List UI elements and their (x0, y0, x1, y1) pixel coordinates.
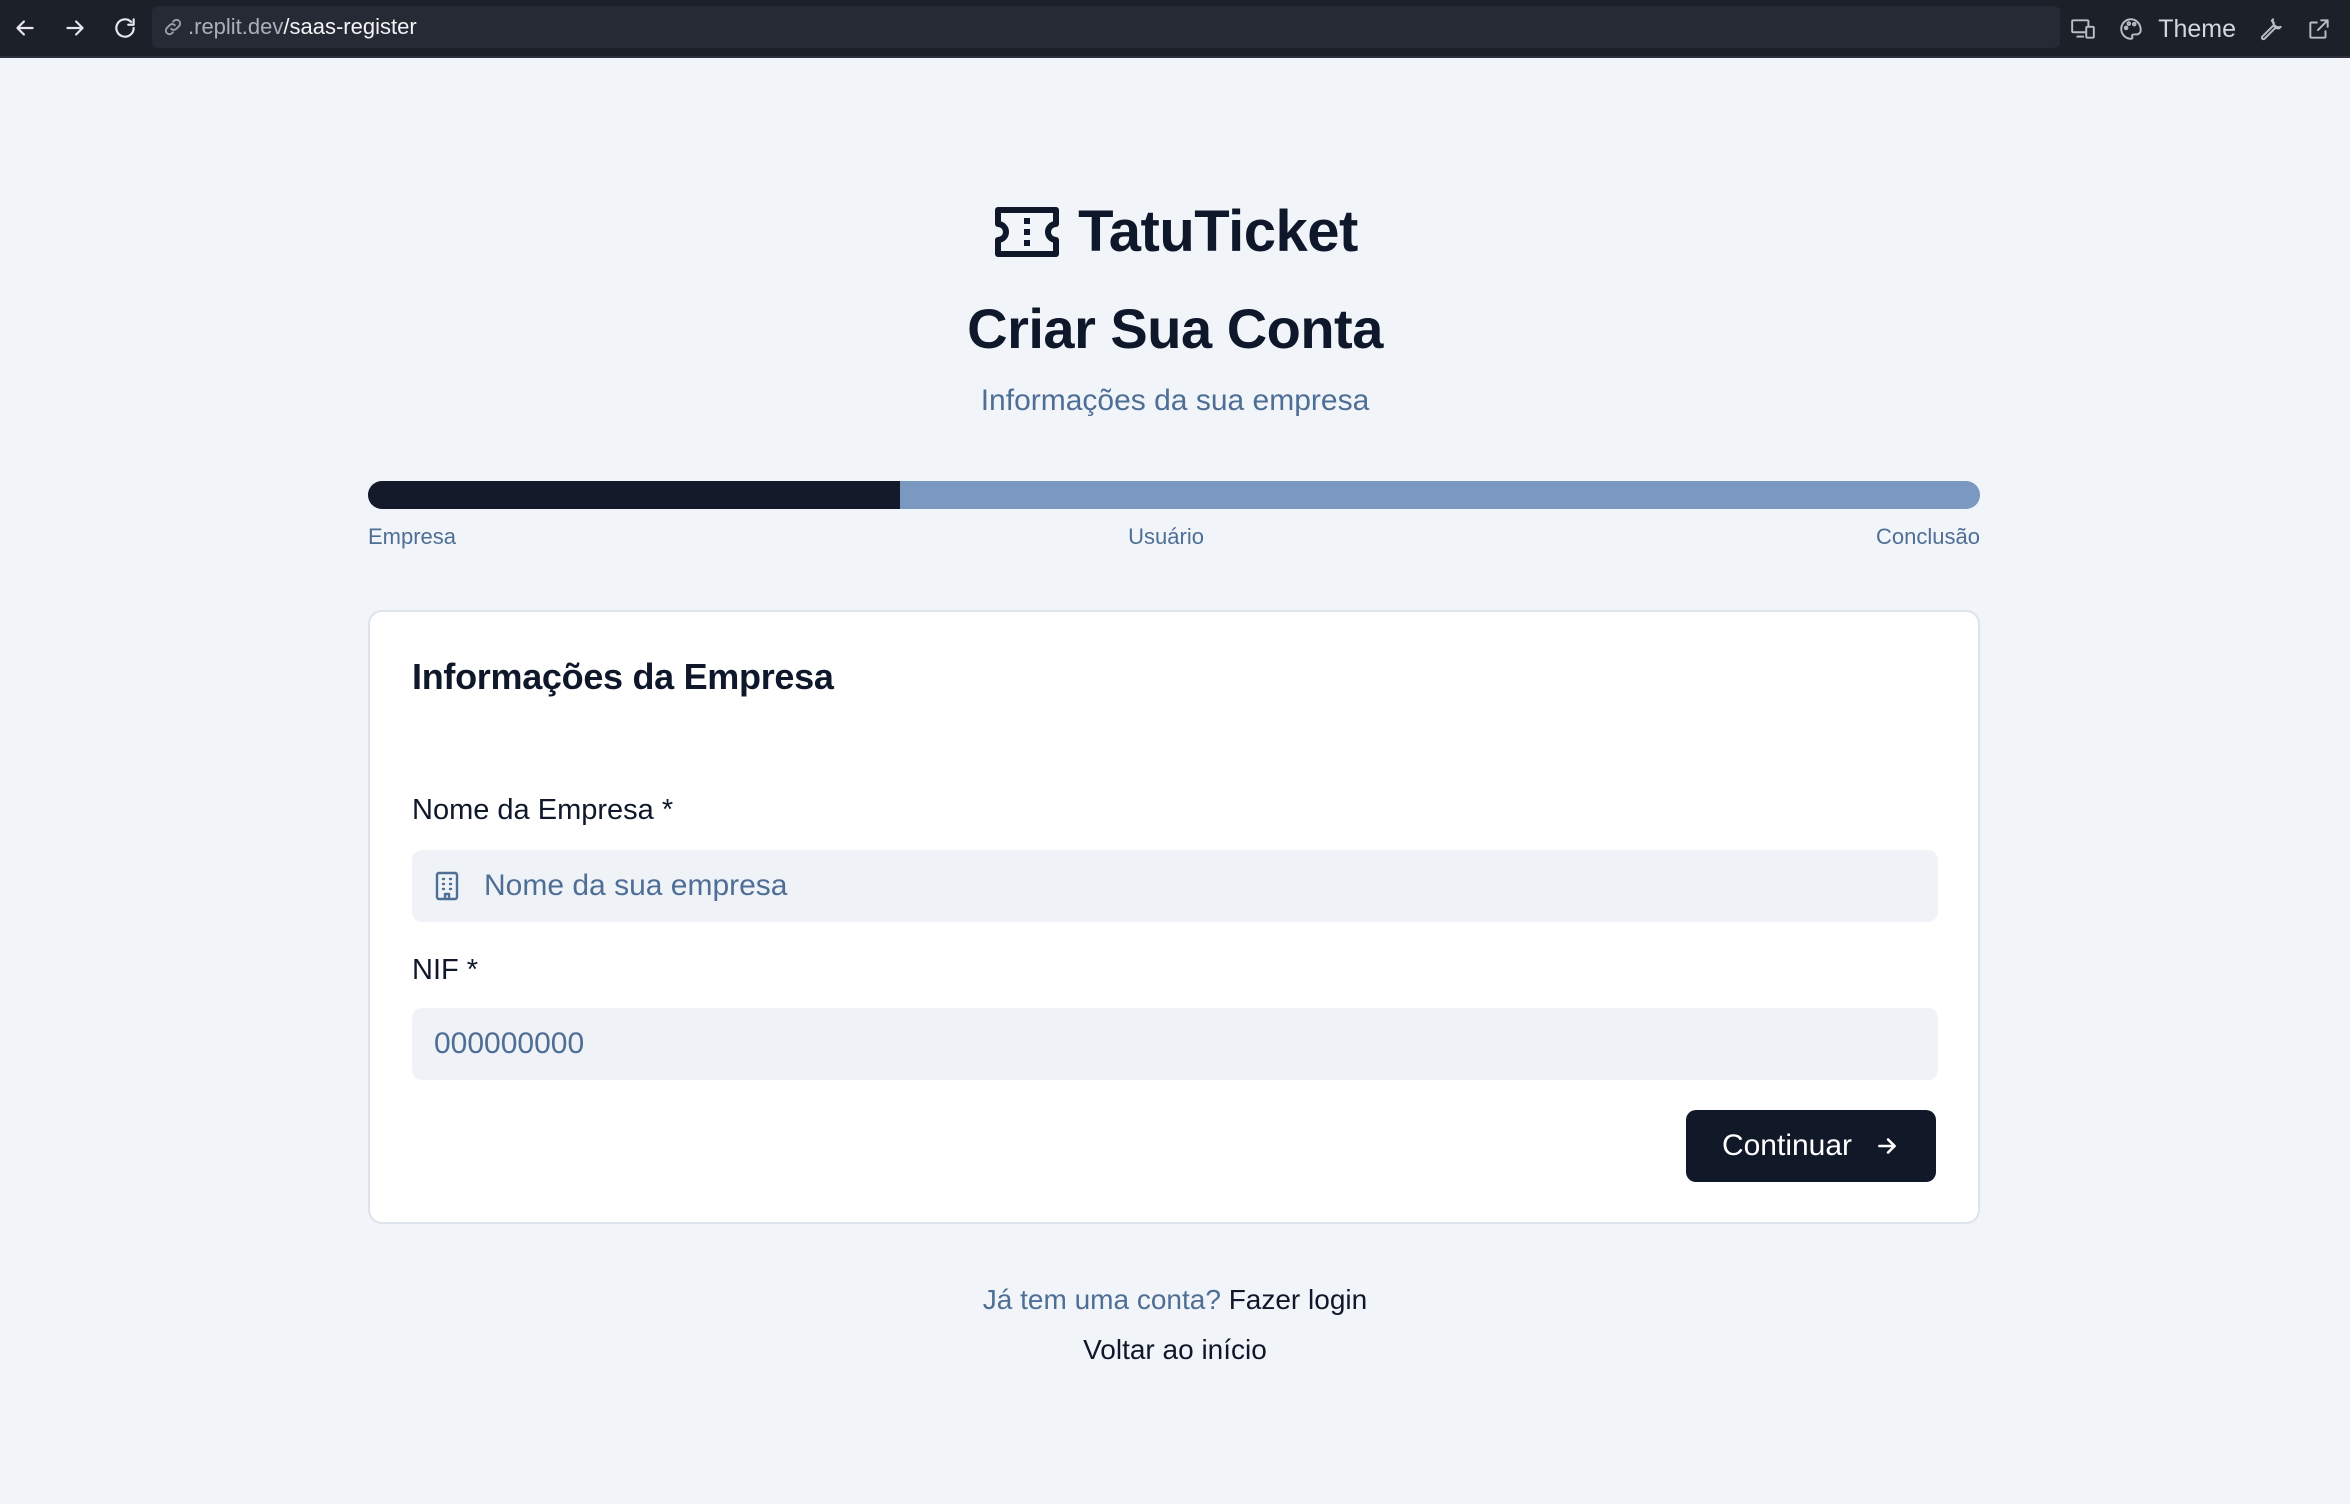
external-link-icon[interactable] (2306, 16, 2332, 42)
brand-name: TatuTicket (1078, 199, 1358, 264)
arrow-left-icon (16, 20, 34, 36)
reload-icon (115, 18, 135, 38)
page-subtitle: Informações da sua empresa (980, 384, 1370, 417)
company-info-card: Informações da Empresa Nome da Empresa *… (368, 610, 1980, 1224)
url-host: .replit.dev (188, 14, 284, 39)
progress-fill (368, 481, 900, 509)
step-label-usuario: Usuário (1128, 524, 1204, 549)
have-account-text: Já tem uma conta? (982, 1284, 1221, 1315)
toolbar-actions: Theme (2070, 0, 2350, 58)
wrench-icon[interactable] (2258, 16, 2284, 42)
nif-label: NIF * (412, 954, 479, 986)
step-label-empresa: Empresa (368, 524, 457, 549)
forward-nav-button[interactable] (50, 0, 100, 57)
progress-steps: Empresa Usuário Conclusão (368, 524, 1980, 550)
progress-bar (368, 481, 1980, 509)
back-home-link[interactable]: Voltar ao início (0, 1334, 2350, 1366)
link-icon (164, 18, 182, 36)
arrow-right-icon (66, 20, 84, 36)
back-nav-button[interactable] (0, 0, 50, 57)
card-title: Informações da Empresa (412, 656, 834, 697)
building-icon (435, 871, 459, 901)
url-path: /saas-register (283, 14, 417, 39)
login-prompt: Já tem uma conta? Fazer login (0, 1284, 2350, 1316)
company-name-field (412, 850, 1938, 922)
continue-button[interactable]: Continuar (1686, 1110, 1936, 1182)
step-label-conclusao: Conclusão (1876, 524, 1980, 549)
company-name-label: Nome da Empresa * (412, 794, 674, 826)
nif-field (412, 1008, 1938, 1080)
theme-label: Theme (2158, 14, 2236, 43)
nif-input[interactable] (412, 1008, 1892, 1080)
login-link[interactable]: Fazer login (1229, 1284, 1368, 1315)
arrow-right-icon (1878, 1138, 1896, 1154)
ticket-icon (995, 206, 1060, 257)
page-title: Criar Sua Conta (967, 297, 1383, 360)
palette-icon (2120, 18, 2142, 40)
url-bar[interactable]: .replit.dev/saas-register (152, 6, 2060, 48)
devices-icon[interactable] (2070, 16, 2096, 42)
brand-logo: TatuTicket (0, 198, 2350, 265)
theme-button[interactable]: Theme (2118, 15, 2236, 44)
company-name-input[interactable] (484, 850, 1924, 922)
continue-label: Continuar (1721, 1129, 1853, 1162)
reload-button[interactable] (100, 0, 150, 57)
browser-toolbar: .replit.dev/saas-register Theme (0, 0, 2350, 58)
